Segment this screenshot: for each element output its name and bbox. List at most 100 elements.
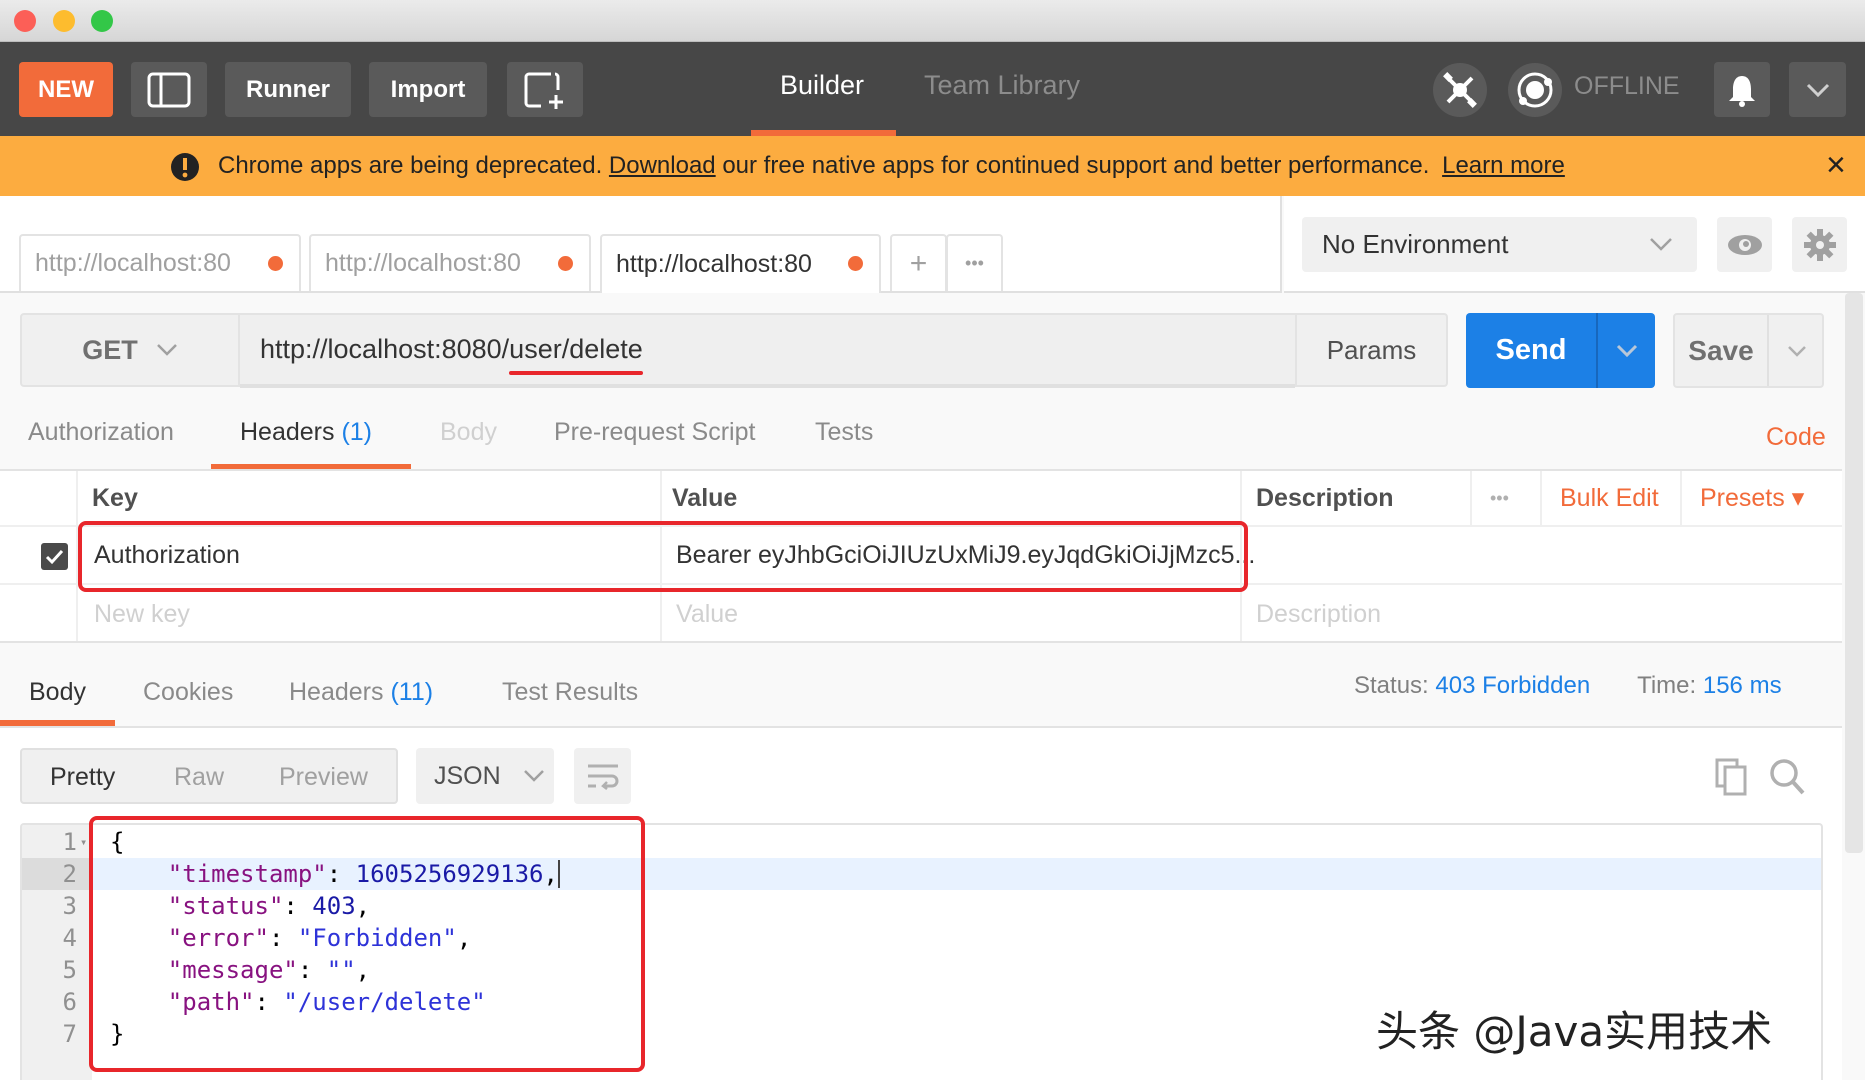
tab-team-library[interactable]: Team Library <box>924 70 1080 101</box>
new-window-button[interactable] <box>507 62 583 117</box>
add-tab-button[interactable]: + <box>890 234 947 291</box>
copy-button[interactable] <box>1714 757 1750 801</box>
environment-select[interactable]: No Environment <box>1302 217 1697 272</box>
tab-headers[interactable]: Headers (1) <box>240 418 372 447</box>
sync-status-button[interactable] <box>1508 63 1562 117</box>
interceptor-button[interactable] <box>1433 63 1487 117</box>
request-tab-active[interactable]: http://localhost:80 <box>600 234 881 293</box>
tab-builder[interactable]: Builder <box>780 70 864 101</box>
settings-dropdown-button[interactable] <box>1789 62 1846 117</box>
method-select[interactable]: GET <box>20 313 240 387</box>
line-number: 6 <box>62 988 77 1016</box>
sidebar-icon <box>147 72 191 107</box>
banner-message: Chrome apps are being deprecated. Downlo… <box>218 152 1565 180</box>
url-path-text: user/delete <box>509 334 643 364</box>
send-button[interactable]: Send <box>1466 313 1596 388</box>
chevron-down-icon <box>1806 83 1829 97</box>
presets-label: Presets ▾ <box>1700 484 1805 512</box>
save-button[interactable]: Save <box>1675 315 1767 386</box>
tab-label: Authorization <box>28 418 174 446</box>
close-banner-button[interactable]: × <box>1826 146 1846 185</box>
row-enabled-checkbox[interactable] <box>41 543 68 570</box>
bulk-edit-button[interactable]: Bulk Edit <box>1546 471 1659 525</box>
table-row-new: New key Value Description <box>0 585 1842 643</box>
tab-options-button[interactable]: ••• <box>946 234 1003 291</box>
maximize-window-button[interactable] <box>91 10 113 32</box>
header-description-cell[interactable] <box>1242 527 1842 583</box>
import-button[interactable]: Import <box>369 62 487 117</box>
unsaved-dot-icon <box>848 256 863 271</box>
status-label: Status: <box>1354 672 1429 699</box>
manage-environments-button[interactable] <box>1792 217 1847 272</box>
response-tab-cookies[interactable]: Cookies <box>143 678 233 707</box>
table-options-button[interactable]: ••• <box>1476 471 1509 525</box>
tab-label: Pre-request Script <box>554 418 756 446</box>
annotation-highlight-box <box>89 816 645 1072</box>
url-base: http://localhost:8080/ <box>260 334 510 364</box>
column-header-value: Value <box>672 483 738 512</box>
presets-dropdown[interactable]: Presets ▾ <box>1686 471 1804 525</box>
unsaved-dot-icon <box>268 256 283 271</box>
deprecation-banner: Chrome apps are being deprecated. Downlo… <box>0 136 1865 196</box>
divider <box>1680 471 1682 525</box>
search-button[interactable] <box>1768 757 1806 801</box>
mode-pretty[interactable]: Pretty <box>50 763 115 792</box>
tab-body[interactable]: Body <box>440 418 497 447</box>
format-label: JSON <box>434 761 501 790</box>
toggle-sidebar-button[interactable] <box>131 62 207 117</box>
checkmark-icon <box>45 549 64 565</box>
bulk-edit-label: Bulk Edit <box>1560 483 1659 512</box>
learn-more-link[interactable]: Learn more <box>1442 152 1565 179</box>
response-tab-body[interactable]: Body <box>29 678 86 707</box>
response-tab-test-results[interactable]: Test Results <box>502 678 638 707</box>
notifications-button[interactable] <box>1714 62 1770 117</box>
satellite-icon <box>1443 72 1477 108</box>
line-number: 2 <box>22 858 92 890</box>
method-label: GET <box>82 334 138 365</box>
tab-label: Cookies <box>143 678 234 706</box>
save-button-group: Save <box>1673 313 1824 388</box>
url-path: user/delete <box>509 334 643 375</box>
url-input[interactable]: http://localhost:8080/user/delete <box>240 313 1295 388</box>
banner-text: Chrome apps are being deprecated. <box>218 152 603 179</box>
request-tab[interactable]: http://localhost:80 <box>309 234 591 291</box>
environment-quick-look-button[interactable] <box>1717 217 1772 272</box>
mode-raw[interactable]: Raw <box>174 763 224 792</box>
banner-text-continued: our free native apps for continued suppo… <box>722 152 1430 179</box>
status-value: 403 Forbidden <box>1435 672 1591 699</box>
request-tab[interactable]: http://localhost:80 <box>19 234 301 291</box>
time-label: Time: <box>1637 672 1697 699</box>
save-options-button[interactable] <box>1769 315 1824 386</box>
download-link[interactable]: Download <box>609 152 716 179</box>
fold-toggle-icon[interactable]: ▾ <box>80 826 87 858</box>
tab-authorization[interactable]: Authorization <box>28 418 174 447</box>
format-select[interactable]: JSON <box>416 748 554 804</box>
send-options-button[interactable] <box>1598 313 1655 388</box>
tab-label: Body <box>29 678 86 706</box>
team-library-label: Team Library <box>924 70 1081 100</box>
divider <box>1470 471 1472 525</box>
divider <box>1540 471 1542 525</box>
tab-label: Test Results <box>502 678 639 706</box>
column-header-key: Key <box>92 483 138 512</box>
copy-icon <box>1715 758 1747 796</box>
code-link[interactable]: Code <box>1766 423 1826 452</box>
runner-button[interactable]: Runner <box>225 62 351 117</box>
new-value-input[interactable]: Value <box>662 585 738 643</box>
tab-label: Headers <box>240 418 335 446</box>
environment-selected: No Environment <box>1322 229 1509 259</box>
params-button[interactable]: Params <box>1295 313 1448 387</box>
vertical-scrollbar[interactable] <box>1845 293 1863 853</box>
new-key-input[interactable]: New key <box>80 585 190 643</box>
close-window-button[interactable] <box>14 10 36 32</box>
tab-pre-request-script[interactable]: Pre-request Script <box>554 418 755 447</box>
mode-preview[interactable]: Preview <box>279 763 368 792</box>
response-tab-headers[interactable]: Headers (11) <box>289 678 433 707</box>
tab-tests[interactable]: Tests <box>815 418 873 447</box>
request-tab-label: http://localhost:80 <box>325 249 521 277</box>
new-button[interactable]: NEW <box>19 62 113 117</box>
wrap-lines-button[interactable] <box>574 748 631 804</box>
minimize-window-button[interactable] <box>53 10 75 32</box>
tab-label: Body <box>440 418 497 446</box>
new-description-input[interactable]: Description <box>1242 585 1381 643</box>
